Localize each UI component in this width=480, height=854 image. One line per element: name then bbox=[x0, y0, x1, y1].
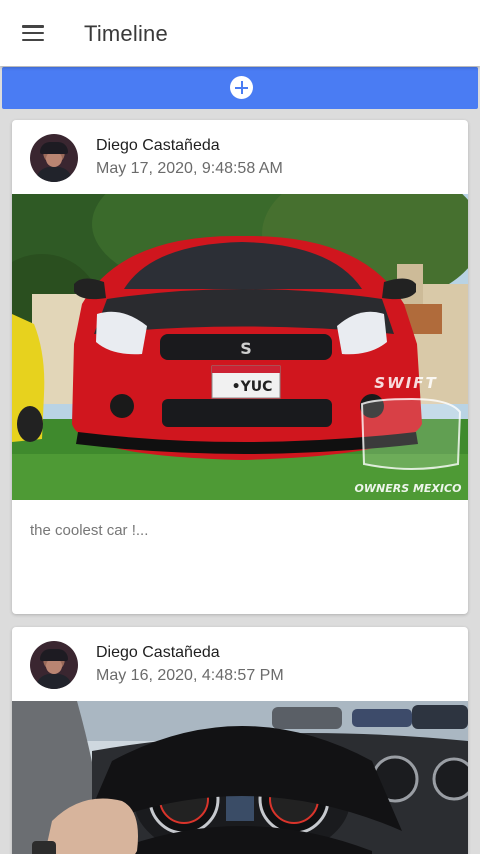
post-date: May 17, 2020, 9:48:58 AM bbox=[96, 160, 283, 177]
plus-circle-icon bbox=[230, 76, 253, 99]
page-title: Timeline bbox=[84, 21, 168, 46]
add-post-button[interactable] bbox=[2, 67, 478, 109]
watermark-title: SWIFT bbox=[374, 374, 437, 392]
post-author: Diego Castañeda bbox=[96, 644, 220, 661]
menu-icon[interactable] bbox=[22, 25, 44, 41]
post-date: May 16, 2020, 4:48:57 PM bbox=[96, 667, 284, 684]
watermark-subtitle: OWNERS MEXICO bbox=[355, 482, 462, 495]
license-plate: •YUC bbox=[232, 379, 273, 395]
app-bar: Timeline bbox=[0, 0, 480, 66]
post-image[interactable] bbox=[12, 701, 468, 854]
avatar[interactable] bbox=[30, 641, 78, 689]
post-card[interactable]: Diego Castañeda May 17, 2020, 9:48:58 AM bbox=[12, 120, 468, 614]
post-author: Diego Castañeda bbox=[96, 137, 220, 154]
avatar[interactable] bbox=[30, 134, 78, 182]
post-caption: the coolest car !... bbox=[30, 522, 149, 539]
post-card[interactable]: Diego Castañeda May 16, 2020, 4:48:57 PM bbox=[12, 627, 468, 854]
svg-text:S: S bbox=[240, 339, 252, 358]
post-image[interactable]: S •YUC SWIFT OWNERS MEXICO bbox=[12, 194, 468, 500]
